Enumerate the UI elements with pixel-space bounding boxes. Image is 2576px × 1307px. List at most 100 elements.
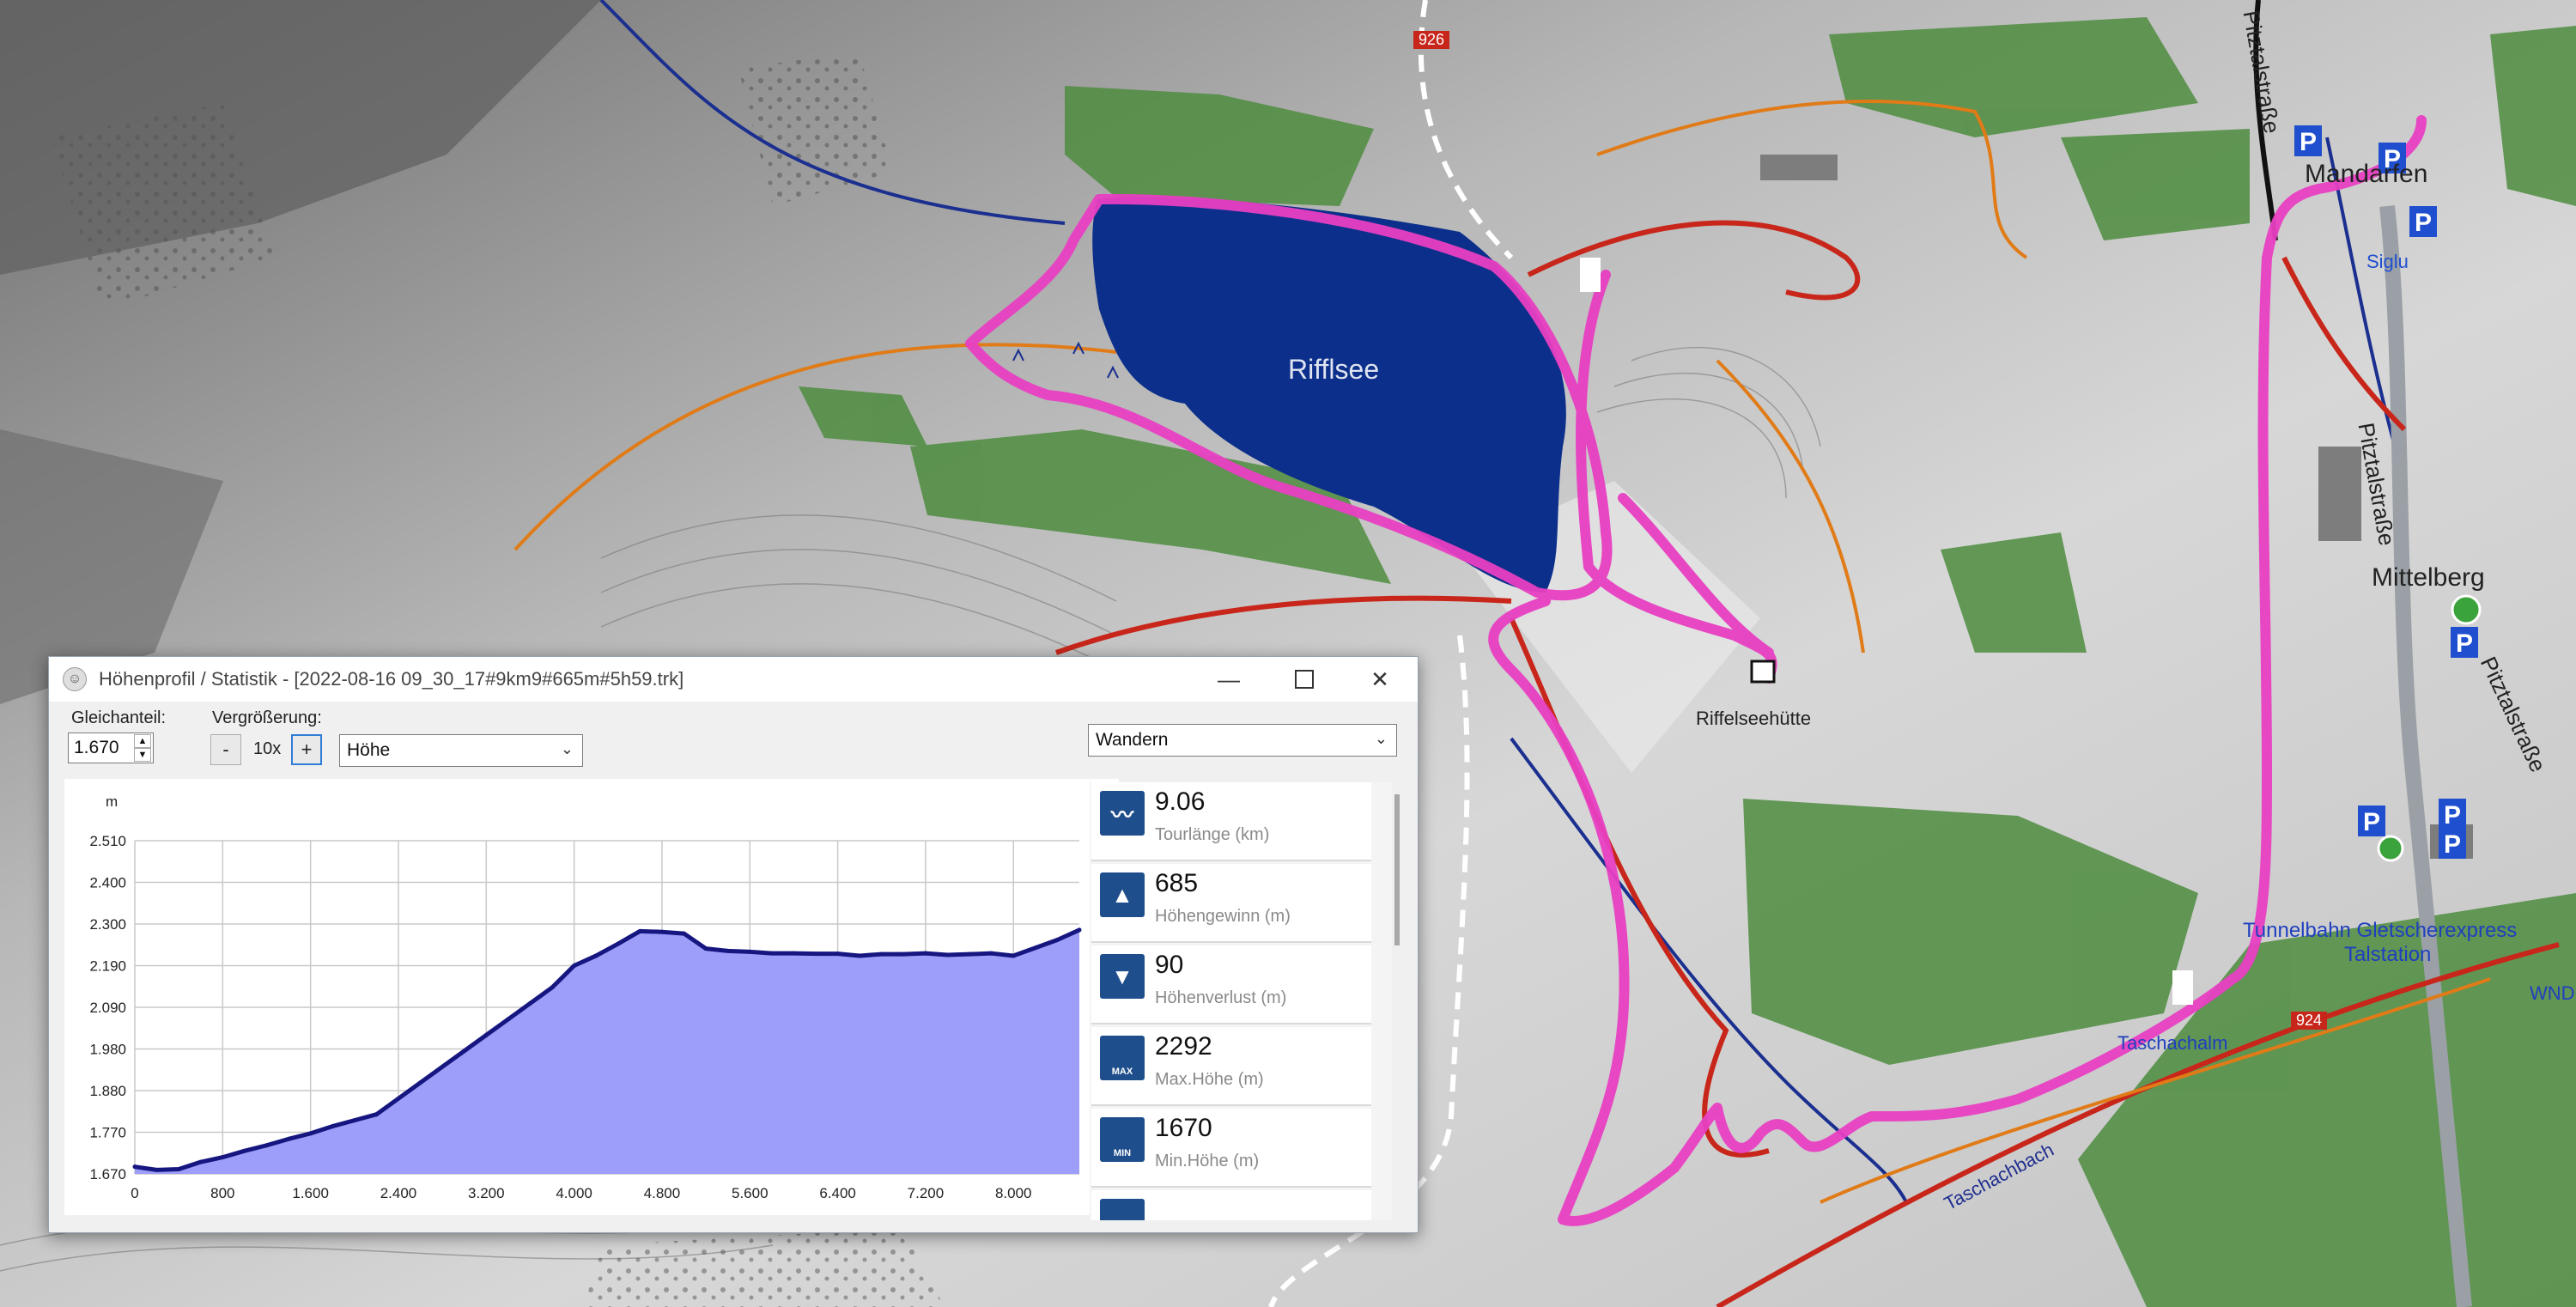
elevation-point bbox=[703, 946, 708, 951]
statistics-list[interactable]: 〰 9.06 Tourlänge (km) ▲ 685 Höhengewinn (m) ▼ 9… bbox=[1090, 782, 1395, 1220]
stat-row[interactable]: MIN 1670 Min.Höhe (m) bbox=[1091, 1109, 1371, 1188]
elevation-point bbox=[659, 929, 665, 934]
zoom-in-button[interactable]: + bbox=[291, 734, 322, 765]
svg-text:P: P bbox=[2300, 128, 2317, 156]
elevation-chart[interactable]: 2.510 2.400 2.300 2.190 2.090 1.980 1.880 1.770… bbox=[64, 779, 1119, 1215]
place-label-mittelberg: Mittelberg bbox=[2372, 563, 2485, 592]
elevation-point bbox=[901, 951, 906, 957]
gleichanteil-label: Gleichanteil: bbox=[71, 708, 167, 727]
maximize-button[interactable] bbox=[1267, 657, 1342, 702]
stat-value: 685 bbox=[1155, 869, 1199, 897]
stat-row[interactable]: MAX 2292 Max.Höhe (m) bbox=[1091, 1027, 1371, 1106]
window-title: Höhenprofil / Statistik - [2022-08-16 09… bbox=[99, 668, 684, 690]
spinner-up-icon[interactable]: ▲ bbox=[134, 734, 151, 748]
stat-label: Höhenverlust (m) bbox=[1155, 988, 1287, 1007]
elevation-point bbox=[330, 1124, 335, 1129]
place-label-siglu: Siglu bbox=[2366, 251, 2409, 272]
activity-select[interactable]: Wandern ⌄ bbox=[1088, 724, 1397, 757]
elevation-point bbox=[462, 1049, 467, 1054]
elevation-point bbox=[1077, 927, 1082, 933]
elevation-point bbox=[967, 951, 972, 957]
stat-value: 9.06 bbox=[1155, 787, 1206, 816]
svg-text:P: P bbox=[2444, 801, 2461, 830]
stat-badge: MAX bbox=[1111, 1067, 1133, 1077]
elevation-profile-window: ☺ Höhenprofil / Statistik - [2022-08-16 … bbox=[48, 656, 1419, 1233]
x-tick-label: 7.200 bbox=[908, 1185, 945, 1201]
y-tick-label: 2.090 bbox=[89, 1000, 126, 1016]
elevation-point bbox=[616, 941, 621, 946]
x-tick-label: 6.400 bbox=[819, 1185, 856, 1201]
trail-number-924: 924 bbox=[2291, 1012, 2328, 1030]
elevation-point bbox=[945, 952, 951, 957]
elevation-point bbox=[264, 1143, 269, 1148]
elevation-point bbox=[769, 951, 775, 956]
title-bar[interactable]: ☺ Höhenprofil / Statistik - [2022-08-16 … bbox=[49, 657, 1418, 702]
y-tick-label: 1.670 bbox=[89, 1166, 126, 1182]
elevation-point bbox=[550, 985, 555, 990]
chevron-down-icon: ⌄ bbox=[1374, 730, 1388, 747]
chevron-down-icon: ⌄ bbox=[560, 740, 574, 757]
stat-icon bbox=[1100, 1199, 1145, 1220]
x-tick-label: 3.200 bbox=[468, 1185, 505, 1201]
elevation-point bbox=[374, 1112, 379, 1117]
elevation-point bbox=[989, 951, 994, 956]
elevation-point bbox=[637, 928, 642, 933]
elevation-point bbox=[242, 1148, 247, 1153]
hut-label: Riffelseehütte bbox=[1696, 708, 1812, 729]
elevation-point bbox=[747, 949, 752, 954]
elevation-point bbox=[527, 1000, 532, 1006]
y-tick-label: 2.510 bbox=[89, 833, 126, 849]
elevation-loss-icon: ▼ bbox=[1100, 954, 1145, 999]
elevation-point bbox=[418, 1080, 423, 1085]
place-label-tunnelbahn: Tunnelbahn Gletscherexpress bbox=[2243, 919, 2518, 942]
y-tick-label: 1.770 bbox=[89, 1125, 126, 1141]
svg-text:P: P bbox=[2363, 808, 2380, 836]
tour-length-icon: 〰 bbox=[1100, 791, 1145, 836]
stat-value: 90 bbox=[1155, 951, 1184, 979]
place-label-mandarfen: Mandarfen bbox=[2305, 160, 2428, 188]
close-button[interactable]: ✕ bbox=[1342, 657, 1418, 702]
x-tick-label: 1.600 bbox=[292, 1185, 329, 1201]
y-tick-label: 2.190 bbox=[89, 958, 126, 975]
mode-select[interactable]: Höhe ⌄ bbox=[339, 734, 583, 767]
y-tick-label: 2.300 bbox=[89, 916, 126, 933]
elevation-area bbox=[135, 929, 1079, 1174]
elevation-point bbox=[1033, 945, 1038, 951]
elevation-point bbox=[396, 1096, 401, 1101]
min-height-icon: MIN bbox=[1100, 1117, 1145, 1162]
elevation-chart-panel[interactable]: 2.510 2.400 2.300 2.190 2.090 1.980 1.880 1.770… bbox=[64, 779, 1119, 1215]
elevation-point bbox=[857, 953, 862, 958]
x-tick-label: 2.400 bbox=[380, 1185, 417, 1201]
x-tick-label: 0 bbox=[131, 1185, 138, 1201]
lake-label: Rifflsee bbox=[1288, 354, 1380, 385]
stat-value: 1670 bbox=[1155, 1114, 1212, 1142]
x-tick-label: 4.000 bbox=[556, 1185, 592, 1201]
elevation-point bbox=[1054, 937, 1060, 942]
gleichanteil-value: 1.670 bbox=[74, 738, 119, 757]
max-height-icon: MAX bbox=[1100, 1036, 1145, 1080]
zoom-out-button[interactable]: - bbox=[210, 734, 241, 765]
stats-scrollbar[interactable] bbox=[1392, 782, 1404, 1220]
vergroesserung-label: Vergrößerung: bbox=[212, 708, 322, 727]
spinner-down-icon[interactable]: ▼ bbox=[134, 748, 151, 762]
mode-select-value: Höhe bbox=[347, 740, 391, 760]
stat-row[interactable]: ▼ 90 Höhenverlust (m) bbox=[1091, 945, 1371, 1024]
elevation-point bbox=[813, 951, 818, 957]
y-tick-label: 2.400 bbox=[89, 875, 126, 891]
gleichanteil-input[interactable]: 1.670 ▲ ▼ bbox=[68, 733, 154, 763]
elevation-point bbox=[176, 1166, 181, 1171]
scroll-thumb[interactable] bbox=[1394, 794, 1400, 945]
x-tick-label: 8.000 bbox=[995, 1185, 1032, 1201]
stat-row-partial[interactable] bbox=[1091, 1190, 1371, 1220]
elevation-point bbox=[155, 1167, 160, 1172]
y-tick-label: 1.980 bbox=[89, 1042, 126, 1058]
elevation-point bbox=[835, 951, 841, 957]
stat-row[interactable]: ▲ 685 Höhengewinn (m) bbox=[1091, 864, 1371, 943]
svg-text:P: P bbox=[2415, 209, 2432, 237]
minimize-button[interactable]: — bbox=[1191, 657, 1267, 702]
elevation-point bbox=[506, 1017, 511, 1022]
stat-row[interactable]: 〰 9.06 Tourlänge (km) bbox=[1091, 782, 1371, 861]
stat-label: Höhengewinn (m) bbox=[1155, 907, 1291, 926]
maximize-icon bbox=[1295, 670, 1314, 689]
elevation-point bbox=[483, 1032, 489, 1037]
